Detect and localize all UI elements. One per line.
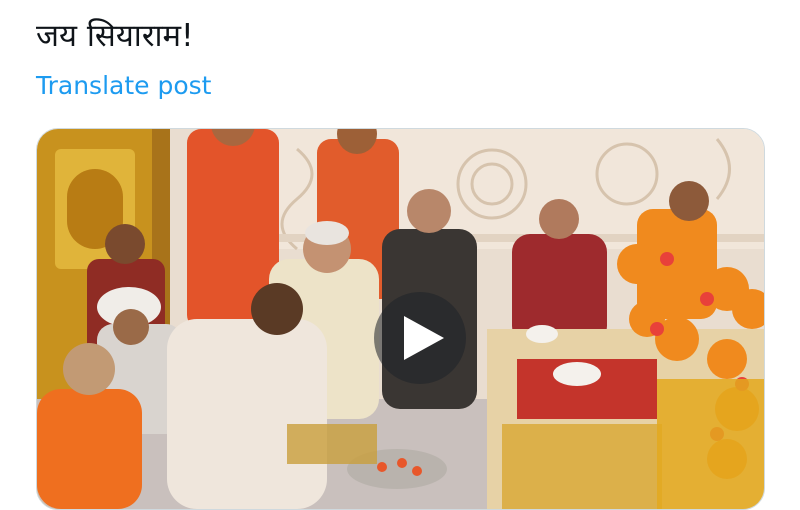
video-thumbnail[interactable]: [36, 128, 765, 510]
play-icon: [404, 316, 444, 360]
post-text: जय सियाराम!: [36, 18, 194, 54]
translate-post-link[interactable]: Translate post: [36, 70, 211, 102]
play-button[interactable]: [374, 292, 466, 384]
